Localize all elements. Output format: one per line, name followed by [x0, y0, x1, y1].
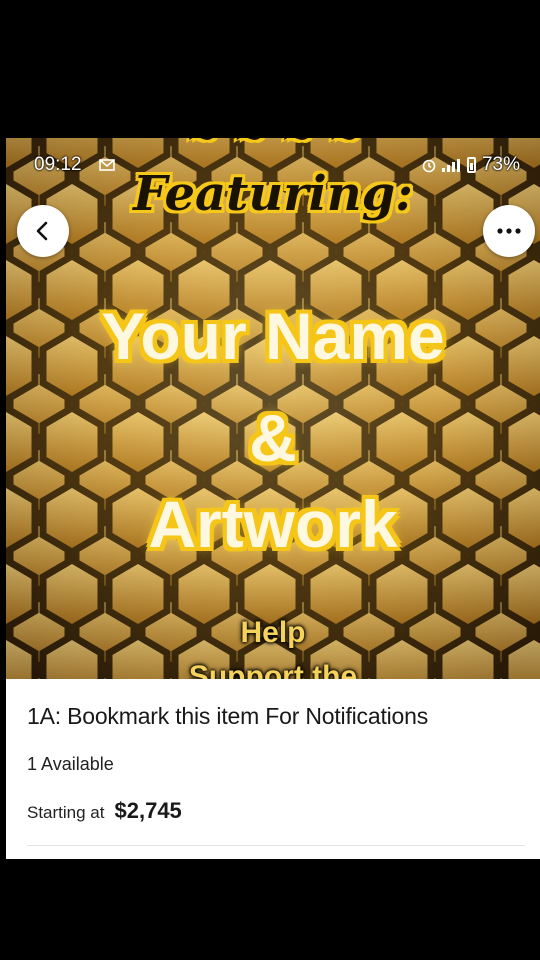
hero-help-text: Help: [240, 616, 306, 649]
hero-featuring-text: Featuring:: [133, 166, 413, 222]
price-row: Starting at $2,745: [27, 798, 182, 824]
screen: ~ ~ ~ ~ 09:12: [0, 0, 540, 960]
item-title[interactable]: 1A: Bookmark this item For Notifications: [27, 703, 428, 730]
availability-text: 1 Available: [27, 754, 114, 774]
chevron-left-icon: [36, 221, 48, 241]
listing-details-panel: 1A: Bookmark this item For Notifications…: [6, 679, 540, 859]
back-button[interactable]: [17, 205, 69, 257]
divider: [27, 845, 525, 846]
price-value: $2,745: [114, 798, 182, 823]
listing-hero-image: ~ ~ ~ ~ 09:12: [6, 138, 540, 679]
more-horizontal-icon: [497, 228, 521, 234]
starting-at-label: Starting at: [27, 803, 105, 822]
hero-your-name-text: Your Name: [101, 299, 445, 373]
hero-support-text: Support the: [188, 660, 358, 679]
hero-artwork-text: Artwork: [148, 487, 398, 561]
more-options-button[interactable]: [483, 205, 535, 257]
hero-ampersand-text: &: [249, 401, 297, 475]
